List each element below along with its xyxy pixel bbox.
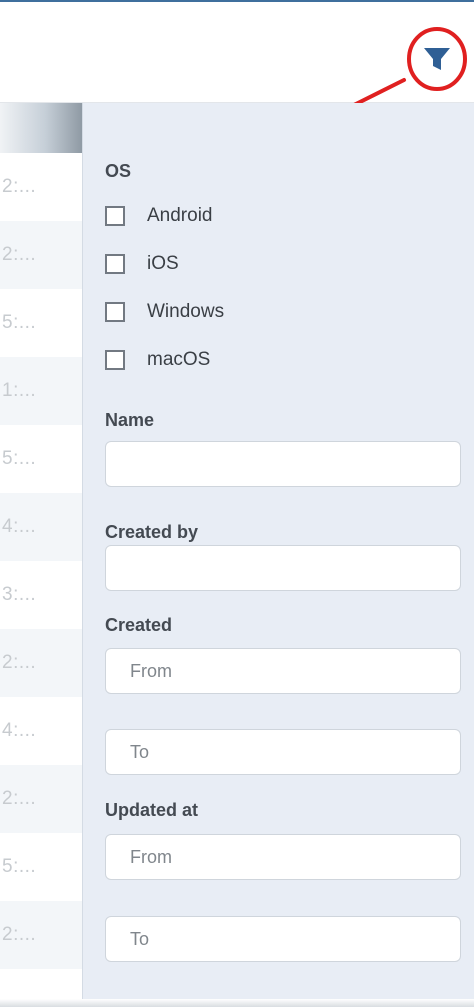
android-checkbox[interactable]	[105, 206, 125, 226]
table-row[interactable]: 2:...	[0, 153, 82, 221]
table-row[interactable]: 3:...	[0, 561, 82, 629]
created-by-label: Created by	[105, 522, 199, 542]
device-table: 2:... 2:... 5:... 1:... 5:... 4:... 3:..…	[0, 103, 82, 1007]
table-cell-time: 5:...	[2, 856, 37, 877]
created-to-input[interactable]	[105, 729, 461, 775]
funnel-icon	[407, 27, 467, 91]
table-row[interactable]: 4:...	[0, 493, 82, 561]
os-option-macos[interactable]: macOS	[105, 347, 210, 373]
table-row[interactable]: 5:...	[0, 833, 82, 901]
table-cell-time: 2:...	[2, 924, 37, 945]
table-cell-time: 4:...	[2, 516, 37, 537]
table-cell-time: 2:...	[2, 788, 37, 809]
table-row[interactable]: 2:...	[0, 765, 82, 833]
table-cell-time: 1:...	[2, 380, 37, 401]
macos-checkbox[interactable]	[105, 350, 125, 370]
os-option-windows[interactable]: Windows	[105, 299, 224, 325]
created-label: Created	[105, 615, 173, 635]
table-header[interactable]	[0, 103, 82, 153]
name-input[interactable]	[105, 441, 461, 487]
filter-panel: OS Android iOS Windows macOS Name Create…	[82, 103, 474, 999]
table-cell-time: 4:...	[2, 720, 37, 741]
table-row[interactable]: 2:...	[0, 221, 82, 289]
bottom-edge	[0, 999, 474, 1007]
ios-checkbox[interactable]	[105, 254, 125, 274]
table-cell-time: 2:...	[2, 652, 37, 673]
windows-checkbox[interactable]	[105, 302, 125, 322]
table-cell-time: 5:...	[2, 312, 37, 333]
created-by-input[interactable]	[105, 545, 461, 591]
page: 2:... 2:... 5:... 1:... 5:... 4:... 3:..…	[0, 0, 474, 1007]
table-row[interactable]: 2:...	[0, 901, 82, 969]
table-row[interactable]: 1:...	[0, 357, 82, 425]
os-option-ios[interactable]: iOS	[105, 251, 179, 277]
created-from-input[interactable]	[105, 648, 461, 694]
updated-from-input[interactable]	[105, 834, 461, 880]
name-label: Name	[105, 410, 155, 430]
table-row[interactable]: 5:...	[0, 289, 82, 357]
table-row[interactable]: 2:...	[0, 629, 82, 697]
filter-button[interactable]	[406, 26, 468, 92]
table-row[interactable]: 4:...	[0, 697, 82, 765]
os-option-label: macOS	[147, 349, 211, 370]
table-cell-time: 2:...	[2, 244, 37, 265]
os-option-label: Android	[147, 205, 213, 226]
os-option-label: iOS	[147, 253, 179, 274]
header-bar	[0, 2, 474, 103]
os-section-label: OS	[105, 161, 132, 181]
os-option-label: Windows	[147, 301, 225, 322]
table-row[interactable]: 5:...	[0, 425, 82, 493]
updated-to-input[interactable]	[105, 916, 461, 962]
updated-at-label: Updated at	[105, 800, 199, 820]
table-cell-time: 2:...	[2, 176, 37, 197]
table-cell-time: 5:...	[2, 448, 37, 469]
table-cell-time: 3:...	[2, 584, 37, 605]
os-option-android[interactable]: Android	[105, 203, 213, 229]
